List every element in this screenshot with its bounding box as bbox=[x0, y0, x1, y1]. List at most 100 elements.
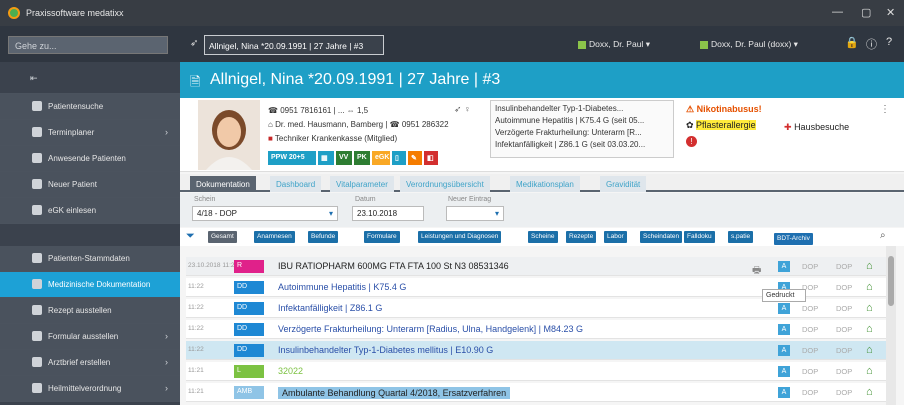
home-icon[interactable]: ⌂ bbox=[866, 323, 873, 335]
alert-allergie[interactable]: ✿ Pflasterallergie bbox=[686, 120, 756, 131]
sidebar-item-4[interactable]: Neuer Patient bbox=[0, 172, 180, 198]
tab-4[interactable]: Verordnungsübersicht bbox=[400, 176, 490, 192]
tab-5[interactable]: Medikationsplan bbox=[510, 176, 580, 192]
patient-doctor: ⌂ Dr. med. Hausmann, Bamberg | ☎ 0951 28… bbox=[268, 120, 449, 129]
user-selector[interactable]: Doxx, Dr. Paul (doxx) ▾ bbox=[700, 39, 798, 50]
hausbesuche-button[interactable]: ✚ Hausbesuche bbox=[784, 122, 849, 133]
a-icon[interactable]: A bbox=[778, 324, 790, 335]
chip-1[interactable]: Gesamt bbox=[208, 231, 237, 243]
chip-7[interactable]: Rezepte bbox=[566, 231, 597, 243]
table-row[interactable]: 11:21 AMB Ambulante Behandlung Quartal 4/2… bbox=[186, 383, 886, 402]
calendar-badge-icon[interactable]: ▦ bbox=[318, 151, 334, 165]
a-icon[interactable]: A bbox=[778, 366, 790, 377]
row-dop: DOP bbox=[836, 325, 853, 334]
chip-11[interactable]: s.patie bbox=[728, 231, 754, 243]
vv-badge[interactable]: VV bbox=[336, 151, 352, 165]
sidebar-item-7[interactable]: Medizinische Dokumentation bbox=[0, 272, 180, 298]
doc-icon[interactable]: ◧ bbox=[424, 151, 438, 165]
datum-input[interactable]: 23.10.2018 bbox=[352, 206, 424, 221]
sidebar-item-2[interactable]: Terminplaner › bbox=[0, 120, 180, 146]
sidebar-collapse[interactable]: ⇤ bbox=[0, 62, 180, 94]
sidebar-item-3[interactable]: Anwesende Patienten bbox=[0, 146, 180, 172]
sidebar-item-1[interactable]: Patientensuche bbox=[0, 94, 180, 120]
ppw-badge[interactable]: PPW 20+5 bbox=[268, 151, 316, 165]
row-dop: DOP bbox=[802, 346, 819, 355]
maximize-icon[interactable]: ▢ bbox=[861, 6, 871, 19]
tab-3[interactable]: Vitalparameter bbox=[330, 176, 394, 192]
info-icon[interactable]: ⓘ bbox=[866, 36, 877, 52]
home-icon[interactable]: ⌂ bbox=[866, 281, 873, 293]
card-icon bbox=[32, 205, 42, 215]
minimize-icon[interactable]: — bbox=[832, 6, 843, 18]
tab-6[interactable]: Gravidität bbox=[600, 176, 647, 192]
tab-1[interactable]: Dokumentation bbox=[190, 176, 256, 192]
sidebar-item-5[interactable]: eGK einlesen bbox=[0, 198, 180, 224]
a-icon[interactable]: A bbox=[778, 303, 790, 314]
home-icon[interactable]: ⌂ bbox=[866, 260, 873, 272]
egk-badge[interactable]: eGK bbox=[372, 151, 390, 165]
row-time: 11:22 bbox=[188, 325, 204, 332]
sidebar-item-6[interactable]: Patienten-Stammdaten bbox=[0, 246, 180, 272]
doctor-selector[interactable]: Doxx, Dr. Paul ▾ bbox=[578, 39, 650, 50]
pin-icon-2[interactable]: ➶ ♀ bbox=[454, 104, 471, 115]
chip-12[interactable]: BDT-Archiv bbox=[774, 233, 813, 245]
diag-line-3: Verzögerte Frakturheilung: Unterarm [R..… bbox=[495, 128, 642, 137]
goto-input[interactable]: Gehe zu... bbox=[8, 36, 168, 54]
card-icon[interactable]: ▯ bbox=[392, 151, 406, 165]
chip-6[interactable]: Scheine bbox=[528, 231, 558, 243]
lock-icon[interactable]: 🔒 bbox=[845, 36, 859, 49]
row-text: Autoimmune Hepatitis | K75.4 G bbox=[278, 282, 407, 292]
tab-bar: Dokumentation Dashboard Vitalparameter Vero… bbox=[180, 174, 904, 192]
filter-icon[interactable]: ⏷ bbox=[186, 230, 195, 243]
pin-icon[interactable]: ➶ bbox=[190, 38, 198, 49]
chip-10[interactable]: Falldoku bbox=[684, 231, 715, 243]
pen-icon[interactable]: ✎ bbox=[408, 151, 422, 165]
patient-selector[interactable]: Allnigel, Nina *20.09.1991 | 27 Jahre | … bbox=[204, 35, 384, 55]
more-icon[interactable]: ⋮ bbox=[880, 104, 890, 115]
row-time: 11:21 bbox=[188, 388, 204, 395]
row-text: IBU RATIOPHARM 600MG FTA FTA 100 St N3 0… bbox=[278, 261, 509, 271]
chip-4[interactable]: Formulare bbox=[364, 231, 400, 243]
row-dop: DOP bbox=[802, 388, 819, 397]
a-icon[interactable]: A bbox=[778, 387, 790, 398]
home-icon[interactable]: ⌂ bbox=[866, 302, 873, 314]
chip-5[interactable]: Leistungen und Diagnosen bbox=[418, 231, 502, 243]
table-row[interactable]: 11:22 DD Insulinbehandelter Typ-1-Diabetes… bbox=[186, 341, 886, 360]
sidebar-item-label: Heilmittelverordnung bbox=[48, 384, 122, 393]
neuer-eintrag-select[interactable]: ▾ bbox=[446, 206, 504, 221]
sidebar-item-label: eGK einlesen bbox=[48, 206, 97, 215]
pk-badge[interactable]: PK bbox=[354, 151, 370, 165]
close-icon[interactable]: ✕ bbox=[886, 6, 895, 19]
table-row[interactable]: 11:22 DD Verzögerte Frakturheilung: Untera… bbox=[186, 320, 886, 339]
collapse-icon[interactable]: ⇤ bbox=[30, 73, 38, 84]
patient-phone: ☎ 0951 7816161 | ... ⇔ 1,5 bbox=[268, 106, 369, 115]
sidebar-item-11[interactable]: Heilmittelverordnung › bbox=[0, 376, 180, 402]
help-icon[interactable]: ? bbox=[886, 36, 892, 48]
table-row[interactable]: 11:21 L 32022 A DOP DOP ⌂ bbox=[186, 362, 886, 381]
doc-icon bbox=[32, 279, 42, 289]
chip-3[interactable]: Befunde bbox=[308, 231, 339, 243]
a-icon[interactable]: A bbox=[778, 345, 790, 356]
home-icon[interactable]: ⌂ bbox=[866, 365, 873, 377]
sidebar-item-10[interactable]: Arztbrief erstellen › bbox=[0, 350, 180, 376]
search-icon[interactable]: ⌕ bbox=[880, 230, 886, 241]
warning-icon[interactable]: ! bbox=[686, 136, 697, 147]
home-icon[interactable]: ⌂ bbox=[866, 386, 873, 398]
scrollbar[interactable] bbox=[886, 246, 896, 405]
table-row[interactable]: 23.10.2018 11:25 R IBU RATIOPHARM 600MG FT… bbox=[186, 257, 886, 276]
diagnoses-box[interactable]: Insulinbehandelter Typ-1-Diabetes... Aut… bbox=[490, 100, 674, 158]
a-icon[interactable]: A bbox=[778, 261, 790, 272]
row-dop: DOP bbox=[836, 346, 853, 355]
row-dop: DOP bbox=[802, 262, 819, 271]
scroll-thumb[interactable] bbox=[888, 256, 894, 306]
chip-2[interactable]: Anamnesen bbox=[254, 231, 295, 243]
sidebar-item-9[interactable]: Formular ausstellen › bbox=[0, 324, 180, 350]
schein-select[interactable]: 4/18 - DOP ▾ bbox=[192, 206, 338, 221]
sidebar-item-8[interactable]: Rezept ausstellen bbox=[0, 298, 180, 324]
home-icon[interactable]: ⌂ bbox=[866, 344, 873, 356]
tab-2[interactable]: Dashboard bbox=[270, 176, 322, 192]
chip-9[interactable]: Scheindaten bbox=[640, 231, 683, 243]
alert-nikotin[interactable]: ⚠ Nikotinabusus! bbox=[686, 104, 762, 115]
printer-icon[interactable]: 🖶 bbox=[752, 263, 761, 280]
chip-8[interactable]: Labor bbox=[604, 231, 627, 243]
